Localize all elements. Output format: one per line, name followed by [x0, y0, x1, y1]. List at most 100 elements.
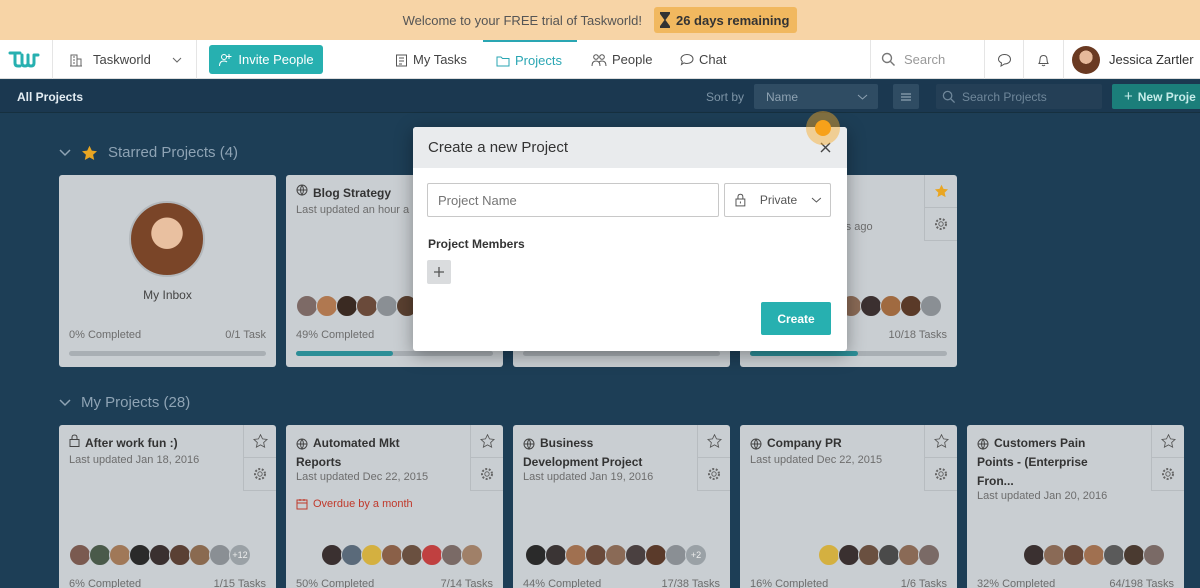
lock-icon	[735, 193, 746, 207]
add-member-button[interactable]	[427, 260, 451, 284]
completion-text: 0% Completed	[69, 329, 142, 341]
star-button[interactable]	[925, 425, 957, 458]
nav-my-tasks[interactable]: My Tasks	[395, 40, 467, 79]
list-icon	[901, 92, 911, 101]
settings-button[interactable]	[925, 458, 957, 491]
avatar	[1072, 45, 1100, 74]
chat-icon	[680, 53, 694, 66]
notifications-button[interactable]	[1023, 40, 1063, 79]
plus-icon: +	[1124, 88, 1133, 105]
nav-people-label: People	[612, 52, 653, 67]
project-card[interactable]: Automated Mkt Reports Last updated Dec 22…	[286, 425, 503, 588]
my-projects-header[interactable]: My Projects (28)	[59, 394, 190, 411]
create-button[interactable]: Create	[761, 302, 831, 335]
card-actions	[924, 175, 957, 241]
calendar-icon	[296, 499, 308, 510]
hourglass-icon	[660, 12, 670, 28]
user-menu[interactable]: Jessica Zartler	[1063, 40, 1200, 79]
project-name-input[interactable]	[427, 183, 719, 217]
avatar	[129, 201, 205, 277]
completion-text: 50% Completed	[296, 578, 375, 588]
click-indicator	[806, 111, 840, 145]
nav-projects[interactable]: Projects	[483, 40, 577, 79]
last-updated: Last updated Dec 22, 2015	[750, 454, 883, 466]
lock-icon	[69, 434, 80, 447]
taskworld-logo[interactable]	[8, 49, 40, 69]
completion-text: 44% Completed	[523, 578, 602, 588]
settings-button[interactable]	[698, 458, 730, 491]
star-outline-icon	[479, 434, 495, 448]
star-button[interactable]	[925, 175, 957, 208]
project-title-text: Blog Strategy	[313, 186, 392, 200]
star-button[interactable]	[1152, 425, 1184, 458]
task-count: 64/198 Tasks	[1109, 578, 1174, 588]
dialog-title: Create a new Project	[428, 139, 569, 156]
global-search[interactable]: Search	[870, 40, 984, 79]
globe-icon	[977, 438, 989, 450]
starred-projects-header[interactable]: Starred Projects (4)	[59, 144, 238, 161]
globe-icon	[296, 184, 308, 196]
project-search-input[interactable]: Search Projects	[936, 84, 1102, 109]
last-updated: Last updated Dec 22, 2015	[296, 471, 429, 483]
settings-button[interactable]	[471, 458, 503, 491]
project-title-line: Reports	[296, 455, 342, 469]
completion-text: 49% Completed	[296, 329, 375, 341]
invite-people-button[interactable]: Invite People	[209, 45, 323, 74]
globe-icon	[296, 438, 308, 450]
new-project-button[interactable]: + New Proje	[1112, 84, 1200, 109]
settings-button[interactable]	[925, 208, 957, 241]
completion-text: 16% Completed	[750, 578, 829, 588]
projects-toolbar: All Projects Sort by Name Search Project…	[0, 80, 1200, 113]
workspace-switcher[interactable]: Taskworld	[52, 40, 197, 79]
task-count: 17/38 Tasks	[661, 578, 720, 588]
project-card[interactable]: After work fun :) Last updated Jan 18, 2…	[59, 425, 276, 588]
settings-button[interactable]	[244, 458, 276, 491]
nav-people[interactable]: People	[591, 40, 652, 79]
member-avatars	[1023, 544, 1165, 566]
list-view-button[interactable]	[893, 84, 919, 109]
project-title: After work fun :)	[69, 434, 178, 453]
project-members-label: Project Members	[428, 237, 525, 251]
star-icon	[934, 184, 948, 198]
add-user-icon	[219, 53, 232, 66]
privacy-select[interactable]: Private	[724, 183, 831, 217]
overdue-text: Overdue by a month	[313, 498, 413, 510]
globe-icon	[523, 438, 535, 450]
overdue-notice: Overdue by a month	[296, 498, 413, 510]
building-icon	[70, 54, 82, 66]
star-button[interactable]	[244, 425, 276, 458]
project-title: Blog Strategy	[296, 184, 391, 203]
people-icon	[591, 53, 607, 66]
settings-button[interactable]	[1152, 458, 1184, 491]
task-count: 10/18 Tasks	[888, 329, 947, 341]
last-updated: Last updated Jan 19, 2016	[523, 471, 654, 483]
project-card[interactable]: Company PR Last updated Dec 22, 2015 16%…	[740, 425, 957, 588]
progress-bar	[296, 351, 493, 356]
messages-button[interactable]	[984, 40, 1024, 79]
days-remaining-text: 26 days remaining	[675, 12, 790, 28]
nav-chat[interactable]: Chat	[680, 40, 726, 79]
project-card[interactable]: Business Development Project Last updated…	[513, 425, 730, 588]
member-avatars	[818, 544, 940, 566]
gear-icon	[935, 468, 947, 480]
globe-icon	[750, 438, 762, 450]
task-count: 0/1 Task	[225, 329, 266, 341]
star-outline-icon	[252, 434, 268, 448]
project-title-text: Company PR	[767, 436, 842, 450]
my-projects-title: My Projects (28)	[81, 394, 191, 411]
sort-select[interactable]: Name	[754, 84, 878, 109]
clipboard-icon	[396, 54, 407, 66]
trial-banner: Welcome to your FREE trial of Taskworld!…	[0, 0, 1200, 40]
star-button[interactable]	[698, 425, 730, 458]
member-avatars	[321, 544, 483, 566]
star-button[interactable]	[471, 425, 503, 458]
progress-bar	[750, 351, 947, 356]
all-projects-tab[interactable]: All Projects	[17, 90, 83, 104]
gear-icon	[935, 218, 947, 230]
starred-projects-title: Starred Projects (4)	[108, 144, 239, 161]
project-title-text: After work fun :)	[85, 436, 178, 450]
completion-text: 6% Completed	[69, 578, 142, 588]
project-title: Company PR	[750, 434, 842, 453]
project-card-my-inbox[interactable]: My Inbox 0% Completed 0/1 Task	[59, 175, 276, 367]
project-card[interactable]: Customers Pain Points - (Enterprise Fron..…	[967, 425, 1184, 588]
